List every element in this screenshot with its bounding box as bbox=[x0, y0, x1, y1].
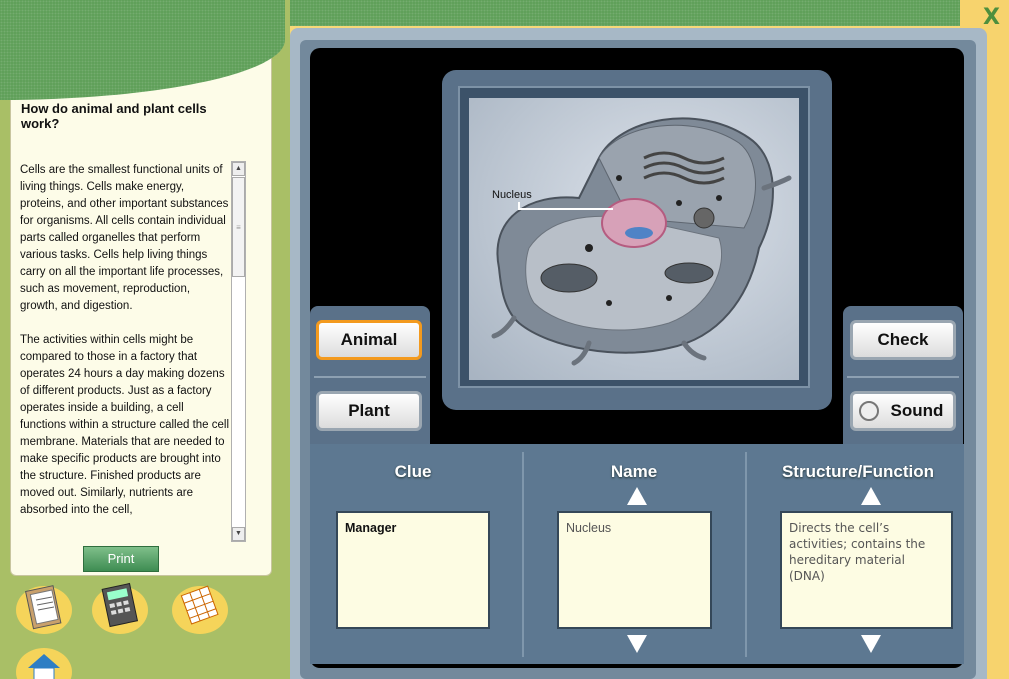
name-next-arrow-icon[interactable] bbox=[627, 635, 647, 653]
plant-button[interactable]: Plant bbox=[316, 391, 422, 431]
name-prev-arrow-icon[interactable] bbox=[627, 487, 647, 505]
column-divider bbox=[522, 452, 524, 657]
check-button[interactable]: Check bbox=[850, 320, 956, 360]
table-icon bbox=[180, 585, 219, 625]
animal-button[interactable]: Animal bbox=[316, 320, 422, 360]
paragraph: The activities within cells might be com… bbox=[20, 334, 230, 516]
name-box[interactable]: Nucleus bbox=[557, 511, 712, 629]
cell-image bbox=[469, 98, 799, 380]
function-prev-arrow-icon[interactable] bbox=[861, 487, 881, 505]
home-icon bbox=[28, 654, 60, 679]
function-header: Structure/Function bbox=[781, 462, 935, 481]
paragraph: Cells are the smallest functional units … bbox=[20, 164, 229, 312]
scrollbar[interactable]: ▲ ≡ ▼ bbox=[231, 161, 246, 542]
label-pointer bbox=[518, 208, 613, 210]
spreadsheet-tool[interactable] bbox=[172, 585, 228, 634]
print-button[interactable]: Print bbox=[83, 546, 159, 572]
scroll-up-icon[interactable]: ▲ bbox=[232, 162, 245, 176]
nucleus-label: Nucleus bbox=[492, 189, 532, 201]
notepad-tool[interactable] bbox=[16, 585, 72, 634]
close-button[interactable]: X bbox=[983, 5, 1000, 30]
name-header: Name bbox=[610, 462, 658, 481]
clue-box: Manager bbox=[336, 511, 490, 629]
scroll-thumb[interactable]: ≡ bbox=[232, 177, 245, 277]
clipboard-icon bbox=[24, 585, 62, 630]
column-divider bbox=[745, 452, 747, 657]
reading-text[interactable]: Cells are the smallest functional units … bbox=[20, 162, 230, 538]
home-tool[interactable] bbox=[16, 648, 72, 679]
question-title: How do animal and plant cells work? bbox=[21, 101, 207, 131]
calculator-tool[interactable] bbox=[92, 582, 148, 634]
speaker-icon bbox=[859, 401, 879, 421]
function-next-arrow-icon[interactable] bbox=[861, 635, 881, 653]
animal-cell-illustration bbox=[491, 117, 792, 366]
clue-header: Clue bbox=[394, 462, 432, 481]
calculator-icon bbox=[101, 582, 139, 628]
divider bbox=[847, 376, 959, 378]
function-box[interactable]: Directs the cell’s activities; contains … bbox=[780, 511, 953, 629]
divider bbox=[314, 376, 426, 378]
scroll-down-icon[interactable]: ▼ bbox=[232, 527, 245, 541]
